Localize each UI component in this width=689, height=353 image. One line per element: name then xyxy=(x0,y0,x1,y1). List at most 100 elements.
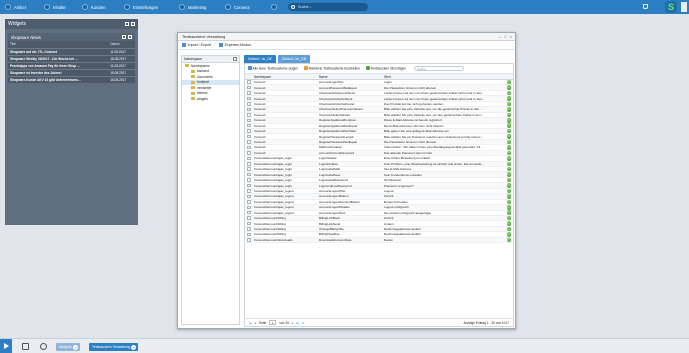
edit-row-icon[interactable] xyxy=(506,156,512,161)
cell-value[interactable]: Kein Problem, eine Shopbestellung ist ei… xyxy=(383,162,505,166)
cell-value[interactable]: Vielen Dank - Wir haben Ihnen eine Bestä… xyxy=(383,145,505,149)
menu-artikel[interactable]: Artikel xyxy=(5,3,26,11)
first-page-icon[interactable]: |◂ xyxy=(249,321,251,325)
add-snippet-button[interactable]: Textbaustein hinzufügen xyxy=(366,66,406,71)
task-widgets[interactable]: Widgets × xyxy=(56,343,80,351)
edit-row-icon[interactable] xyxy=(506,215,512,221)
news-row[interactable]: Praxistipps von Amazon Pay für Ihren Sho… xyxy=(8,61,135,69)
user-menu-button[interactable] xyxy=(681,2,687,12)
row-checkbox[interactable] xyxy=(247,167,251,171)
expert-mode-button[interactable]: Experten-Modus xyxy=(219,43,251,47)
column-namespace[interactable]: Namespace xyxy=(253,75,318,79)
import-export-button[interactable]: Import / Export xyxy=(182,43,211,47)
column-title[interactable]: Titel xyxy=(8,41,108,48)
cell-value[interactable]: Ihr Passwort xyxy=(383,178,505,182)
row-checkbox[interactable] xyxy=(247,85,251,90)
cell-value[interactable]: Ihre E-Mail-Adresse xyxy=(383,167,505,171)
cell-value[interactable]: Bitte wählen Sie eine Variante aus, um d… xyxy=(383,107,505,111)
row-checkbox[interactable] xyxy=(247,91,251,95)
row-checkbox[interactable] xyxy=(247,227,251,231)
row-checkbox[interactable] xyxy=(247,113,251,117)
cell-value[interactable]: Logout erfolgreich xyxy=(383,205,505,209)
news-row[interactable]: Shopware ist Investor des Jahres! 15.08.2… xyxy=(8,68,135,76)
menu-marketing[interactable]: Marketing xyxy=(179,3,206,11)
row-checkbox[interactable] xyxy=(247,102,251,106)
row-checkbox[interactable] xyxy=(247,189,251,193)
cell-value[interactable]: Zurück xyxy=(383,216,505,220)
edit-row-icon[interactable] xyxy=(506,166,512,172)
row-checkbox[interactable] xyxy=(247,205,251,210)
edit-marked-button[interactable]: Markierte Textbausteine bearbeiten xyxy=(304,66,360,71)
notification-bell-icon[interactable] xyxy=(643,4,648,9)
news-row[interactable]: Shopware auf der JTL-Connect 11.08.2017 xyxy=(8,47,135,55)
edit-row-icon[interactable] xyxy=(506,90,512,96)
edit-row-icon[interactable] xyxy=(506,210,512,215)
cell-value[interactable]: Die Passwörter stimmen nicht überein xyxy=(383,140,505,144)
cell-value[interactable]: Bitte geben Sie eine gültige E-Mail-Adre… xyxy=(383,129,505,133)
task-snippet-manager[interactable]: Textbaustein Verwaltung × xyxy=(89,343,138,351)
start-menu-button[interactable] xyxy=(0,339,12,353)
close-icon[interactable]: × xyxy=(510,34,512,39)
collapse-icon[interactable] xyxy=(233,57,237,61)
row-checkbox[interactable] xyxy=(247,178,251,182)
news-row[interactable]: Shopware Weekly 33/2017 - Die Woche bei … xyxy=(8,54,135,62)
edit-row-icon[interactable] xyxy=(506,139,512,145)
prev-page-icon[interactable]: ◂ xyxy=(254,321,256,325)
edit-row-icon[interactable] xyxy=(506,188,512,194)
cell-value[interactable]: Rechnungsadresse ändern xyxy=(383,227,505,231)
edit-row-icon[interactable] xyxy=(506,183,512,188)
row-checkbox[interactable] xyxy=(247,107,251,112)
edit-row-icon[interactable] xyxy=(506,107,512,112)
cell-value[interactable]: Kein Kundenkonto erstellen xyxy=(383,173,505,177)
edit-row-icon[interactable] xyxy=(506,232,512,237)
page-number-input[interactable]: 1 xyxy=(269,320,277,325)
cell-value[interactable]: Bitte wählen Sie ein Passwort, welches a… xyxy=(383,135,505,139)
row-checkbox[interactable] xyxy=(247,123,251,128)
edit-row-icon[interactable] xyxy=(506,128,512,134)
edit-row-icon[interactable] xyxy=(506,177,512,183)
cell-value[interactable]: Bitte wählen Sie eine Variante aus, um d… xyxy=(383,113,505,117)
edit-row-icon[interactable] xyxy=(506,112,512,118)
edit-row-icon[interactable] xyxy=(506,79,512,85)
edit-row-icon[interactable] xyxy=(506,145,512,150)
edit-row-icon[interactable] xyxy=(506,101,512,107)
row-checkbox[interactable] xyxy=(247,156,251,161)
row-checkbox[interactable] xyxy=(247,172,251,177)
column-value[interactable]: Wert xyxy=(383,75,505,79)
info-button[interactable] xyxy=(271,3,280,11)
row-checkbox[interactable] xyxy=(247,194,251,199)
tab-default-de[interactable]: Default / de_DE xyxy=(244,55,276,63)
row-checkbox[interactable] xyxy=(247,96,251,101)
edit-row-icon[interactable] xyxy=(506,161,512,167)
row-checkbox[interactable] xyxy=(247,210,251,215)
row-checkbox[interactable] xyxy=(247,129,251,133)
edit-row-icon[interactable] xyxy=(506,118,512,123)
add-widget-icon[interactable] xyxy=(125,22,129,26)
row-checkbox[interactable] xyxy=(247,134,251,139)
row-checkbox[interactable] xyxy=(247,145,251,150)
menu-inhalte[interactable]: Inhalte xyxy=(44,3,66,11)
tab-default-en[interactable]: Default / en_GB xyxy=(277,55,311,63)
row-checkbox[interactable] xyxy=(247,80,251,84)
edit-row-icon[interactable] xyxy=(506,134,512,139)
edit-row-icon[interactable] xyxy=(506,85,512,90)
cell-value[interactable]: Leider können wir den von Ihnen gewünsch… xyxy=(383,97,505,101)
edit-row-icon[interactable] xyxy=(506,205,512,210)
help-icon[interactable] xyxy=(40,343,47,350)
next-page-icon[interactable]: ▸ xyxy=(292,321,294,325)
edit-row-icon[interactable] xyxy=(506,172,512,177)
row-checkbox[interactable] xyxy=(247,118,251,123)
column-name[interactable]: Name xyxy=(318,75,383,79)
cell-value[interactable]: Leider können wir den von Ihnen gewünsch… xyxy=(383,91,505,95)
menu-einstellungen[interactable]: Einstellungen xyxy=(124,3,158,11)
minimize-icon[interactable]: – xyxy=(499,34,501,39)
cell-value[interactable]: Die E-Mail-Adressen stimmen nicht überei… xyxy=(383,124,505,128)
cell-value[interactable]: Passwort vergessen? xyxy=(383,184,505,188)
edit-row-icon[interactable] xyxy=(506,221,512,226)
menu-connect[interactable]: Connect xyxy=(225,3,250,11)
show-empty-button[interactable]: Alle leere Textbausteine zeigen xyxy=(248,66,298,71)
edit-row-icon[interactable] xyxy=(506,123,512,128)
row-checkbox[interactable] xyxy=(247,151,251,155)
windows-icon[interactable] xyxy=(22,343,29,350)
cell-value[interactable]: Ändern xyxy=(383,222,505,226)
